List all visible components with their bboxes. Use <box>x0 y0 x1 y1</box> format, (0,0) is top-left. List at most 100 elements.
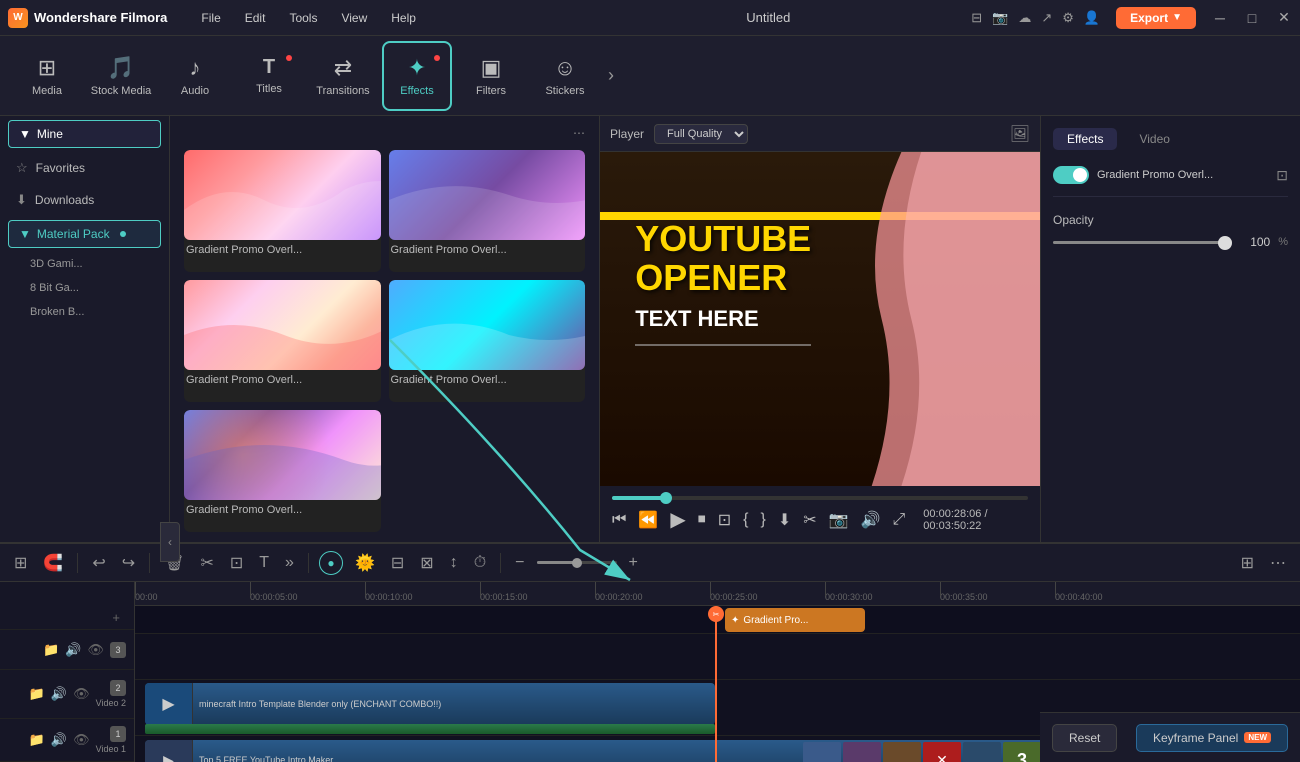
effect-card-2[interactable]: Gradient Promo Overl... <box>389 150 586 272</box>
fullscreen-button[interactable]: ⤢ <box>892 511 905 529</box>
track3-volume-icon[interactable]: 🔊 <box>65 642 81 658</box>
sidebar-item-favorites[interactable]: ☆ Favorites <box>0 152 169 184</box>
playhead-top: ✂ <box>708 606 724 622</box>
icon-share[interactable]: ↗ <box>1041 10 1052 26</box>
track2-eye-icon[interactable]: 👁 <box>73 686 90 702</box>
track2-volume-icon[interactable]: 🔊 <box>51 686 67 702</box>
play-button[interactable]: ▶ <box>670 507 685 532</box>
tool-stickers[interactable]: ☺ Stickers <box>530 41 600 111</box>
tool-filters[interactable]: ▣ Filters <box>456 41 526 111</box>
sidebar-sub-3d-gaming[interactable]: 3D Gami... <box>0 252 169 276</box>
record-button[interactable]: ● <box>319 551 343 575</box>
fx-clip[interactable]: ✦ Gradient Pro... <box>725 608 865 632</box>
plus-zoom-btn[interactable]: + <box>625 550 642 576</box>
track1-volume-icon[interactable]: 🔊 <box>51 732 67 748</box>
cut-button[interactable]: ✂ <box>196 549 217 577</box>
tool-effects[interactable]: ✦ Effects <box>382 41 452 111</box>
bottom-right-buttons: Reset Keyframe Panel NEW <box>1040 712 1300 762</box>
snapshot-button[interactable]: 📷 <box>829 510 849 530</box>
track2-add-icon[interactable]: 📁 <box>29 686 45 702</box>
sidebar-sub-8bit[interactable]: 8 Bit Ga... <box>0 276 169 300</box>
tool-transitions[interactable]: ⇄ Transitions <box>308 41 378 111</box>
tab-video[interactable]: Video <box>1125 128 1183 150</box>
split-btn[interactable]: ⊟ <box>387 549 408 577</box>
grid-view-btn[interactable]: ⊞ <box>1237 549 1258 577</box>
sidebar-item-mine[interactable]: ▼ Mine <box>8 120 161 148</box>
tool-audio[interactable]: ♪ Audio <box>160 41 230 111</box>
sidebar-item-material-pack[interactable]: ▼ Material Pack <box>8 220 161 248</box>
effect-toggle[interactable] <box>1053 166 1089 184</box>
effects-grid-panel: ⋯ Gradient Promo Overl... Gradient Promo… <box>170 116 600 542</box>
keyframe-panel-button[interactable]: Keyframe Panel NEW <box>1136 724 1288 752</box>
wave-svg-1 <box>184 150 381 240</box>
crop-button[interactable]: ⊡ <box>226 549 247 577</box>
add-to-track-button[interactable]: ⬇ <box>778 510 791 530</box>
menu-tools[interactable]: Tools <box>279 7 327 29</box>
track1-add-icon[interactable]: 📁 <box>29 732 45 748</box>
clip-button[interactable]: ✂ <box>803 510 816 530</box>
more-tl-button[interactable]: » <box>281 550 298 576</box>
sidebar-sub-broken[interactable]: Broken B... <box>0 300 169 324</box>
mark-out-button[interactable]: } <box>760 511 765 529</box>
speed-btn[interactable]: ⏱ <box>470 550 490 576</box>
track1-clip[interactable]: ▶ Top 5 FREE YouTube Intro Maker... <box>145 740 1045 762</box>
sidebar-collapse-button[interactable]: ‹ <box>160 522 170 542</box>
tool-media[interactable]: ⊞ Media <box>12 41 82 111</box>
close-button[interactable]: ✕ <box>1276 10 1292 26</box>
fx-add-icon[interactable]: + <box>112 610 120 625</box>
preview-screen-icon[interactable]: 🖼 <box>1010 124 1030 144</box>
icon-person[interactable]: 👤 <box>1084 10 1100 26</box>
step-back-button[interactable]: ⏪ <box>638 510 658 530</box>
tl-more-btn[interactable]: ⋯ <box>1266 549 1290 577</box>
export-button[interactable]: Export ▼ <box>1116 7 1196 29</box>
magnet-button[interactable]: 🧲 <box>39 549 67 577</box>
icon-settings[interactable]: ⚙ <box>1062 10 1074 26</box>
minimize-button[interactable]: ─ <box>1212 10 1228 26</box>
minus-zoom-btn[interactable]: − <box>511 550 528 576</box>
zoom-track[interactable] <box>537 561 617 564</box>
track2-clip[interactable]: ▶ minecraft Intro Template Blender only … <box>145 683 715 725</box>
add-track-button[interactable]: ⊞ <box>10 549 31 577</box>
menu-help[interactable]: Help <box>381 7 426 29</box>
undo-button[interactable]: ↩ <box>88 549 109 577</box>
tool-titles[interactable]: T Titles <box>234 41 304 111</box>
tool-stock-media[interactable]: 🎵 Stock Media <box>86 41 156 111</box>
opacity-slider[interactable] <box>1053 241 1232 244</box>
window-title: Untitled <box>581 10 955 25</box>
effect-card-3[interactable]: Gradient Promo Overl... <box>184 280 381 402</box>
icon-minimize-window[interactable]: ⊟ <box>971 10 982 26</box>
quality-select[interactable]: Full Quality <box>654 124 748 144</box>
effects-grid-more-button[interactable]: ⋯ <box>573 126 585 140</box>
effect-card-1[interactable]: Gradient Promo Overl... <box>184 150 381 272</box>
icon-cloud-upload[interactable]: ☁ <box>1018 10 1031 26</box>
effect-card-5[interactable]: Gradient Promo Overl... <box>184 410 381 532</box>
menu-file[interactable]: File <box>191 7 230 29</box>
menu-view[interactable]: View <box>331 7 377 29</box>
sidebar-item-downloads[interactable]: ⬇ Downloads <box>0 184 169 216</box>
redo-button[interactable]: ↪ <box>118 549 139 577</box>
color-btn[interactable]: 🌞 <box>351 549 379 577</box>
insert-btn[interactable]: ↕ <box>446 550 462 576</box>
ripple-btn[interactable]: ⊠ <box>416 549 437 577</box>
downloads-label: Downloads <box>35 193 94 207</box>
mark-in-button[interactable]: { <box>743 511 748 529</box>
text-button[interactable]: T <box>255 550 273 576</box>
wave-svg-5 <box>184 410 381 500</box>
reset-button[interactable]: Reset <box>1052 724 1117 752</box>
effect-label-4: Gradient Promo Overl... <box>389 370 586 390</box>
track3-add-icon[interactable]: 📁 <box>43 642 59 658</box>
effect-settings-icon[interactable]: ⊡ <box>1276 167 1288 184</box>
icon-camera[interactable]: 📷 <box>992 10 1008 26</box>
full-frame-button[interactable]: ⊡ <box>718 510 731 530</box>
track1-eye-icon[interactable]: 👁 <box>73 732 90 748</box>
stop-button[interactable]: ⏹ <box>698 511 706 529</box>
maximize-button[interactable]: □ <box>1244 10 1260 26</box>
progress-bar[interactable] <box>612 496 1028 500</box>
audio-button[interactable]: 🔊 <box>861 510 881 530</box>
tab-effects[interactable]: Effects <box>1053 128 1117 150</box>
track3-eye-icon[interactable]: 👁 <box>87 642 104 658</box>
prev-frame-button[interactable]: ⏮ <box>612 511 626 529</box>
menu-edit[interactable]: Edit <box>235 7 276 29</box>
toolbar-more-button[interactable]: › <box>608 65 614 86</box>
effect-card-4[interactable]: Gradient Promo Overl... <box>389 280 586 402</box>
